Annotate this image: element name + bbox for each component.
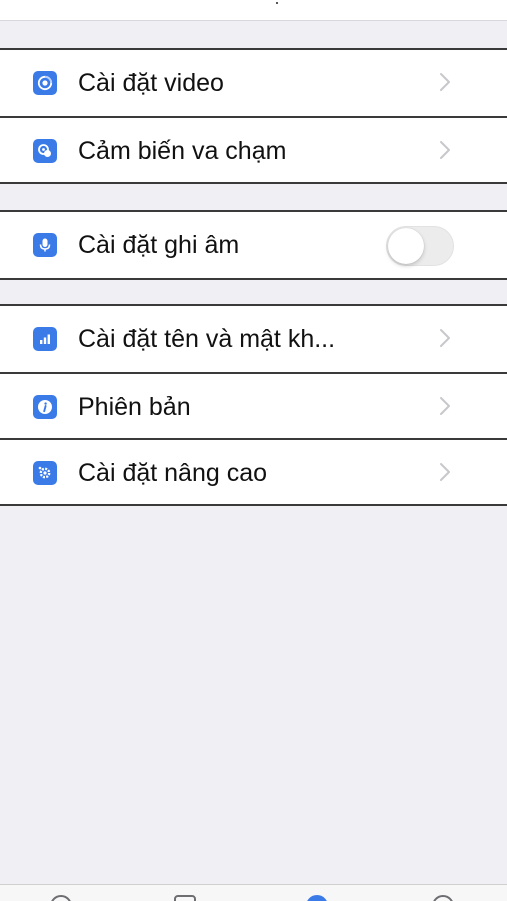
row-label: Cài đặt nâng cao: [78, 459, 268, 487]
settings-group-audio: Cài đặt ghi âm: [0, 210, 507, 280]
advanced-settings-icon: [33, 461, 57, 485]
chevron-right-icon: [440, 73, 450, 91]
tab-1-icon[interactable]: [50, 895, 72, 901]
row-label: Cài đặt tên và mật kh...: [78, 325, 336, 353]
top-bar: [0, 0, 507, 21]
collision-sensor-icon: [33, 139, 57, 163]
row-collision-sensor[interactable]: Cảm biến va chạm: [0, 116, 507, 182]
tab-2-icon[interactable]: [174, 895, 196, 901]
settings-group-camera: Cài đặt video Cảm biến va chạm: [0, 48, 507, 184]
tab-3-icon[interactable]: [306, 895, 328, 901]
chevron-right-icon: [440, 141, 450, 159]
video-settings-icon: [33, 71, 57, 95]
row-label: Cài đặt video: [78, 69, 224, 97]
row-label: Cài đặt ghi âm: [78, 231, 240, 259]
settings-group-device: Cài đặt tên và mật kh... Phiên bản Cài đ…: [0, 304, 507, 506]
status-dot: [276, 2, 278, 4]
audio-recording-toggle[interactable]: [386, 226, 454, 266]
row-advanced-settings[interactable]: Cài đặt nâng cao: [0, 438, 507, 504]
wifi-name-password-icon: [33, 327, 57, 351]
chevron-right-icon: [440, 397, 450, 415]
chevron-right-icon: [440, 329, 450, 347]
row-label: Phiên bản: [78, 393, 191, 421]
tab-bar: [0, 884, 507, 901]
row-version[interactable]: Phiên bản: [0, 372, 507, 438]
row-label: Cảm biến va chạm: [78, 137, 287, 165]
row-video-settings[interactable]: Cài đặt video: [0, 50, 507, 116]
toggle-knob: [388, 228, 424, 264]
microphone-icon: [33, 233, 57, 257]
info-icon: [33, 395, 57, 419]
row-name-password[interactable]: Cài đặt tên và mật kh...: [0, 306, 507, 372]
chevron-right-icon: [440, 463, 450, 481]
tab-4-icon[interactable]: [432, 895, 454, 901]
row-audio-recording: Cài đặt ghi âm: [0, 212, 507, 278]
